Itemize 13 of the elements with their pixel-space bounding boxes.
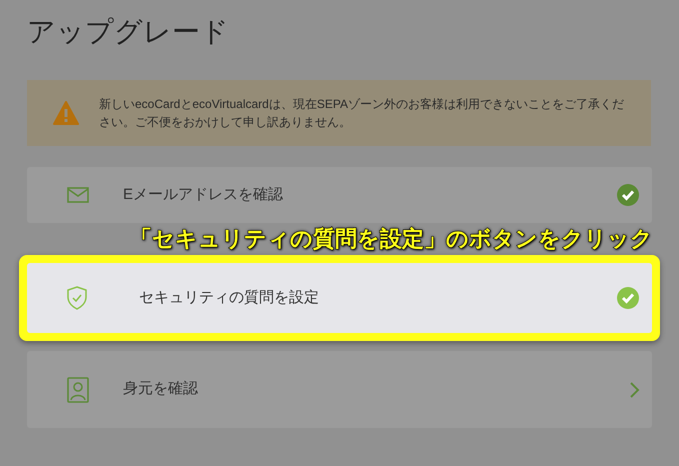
step-row[interactable]: 身元を確認 (27, 351, 652, 428)
page-title: アップグレード (27, 15, 230, 49)
annotation-text: 「セキュリティの質問を設定」のボタンをクリック (130, 225, 653, 253)
envelope-icon (67, 187, 89, 203)
person-icon (67, 376, 89, 402)
step-row[interactable]: Eメールアドレスを確認 (27, 167, 652, 223)
shield-check-icon (67, 286, 87, 310)
step-label: セキュリティの質問を設定 (138, 288, 320, 308)
step-label: 身元を確認 (123, 379, 199, 400)
warning-text: 新しいecoCardとecoVirtualcardは、現在SEPAゾーン外のお客様は利用できないことをご了承ください。ご不便をおかけして申し訳ありません。 (99, 96, 625, 131)
step-row[interactable]: セキュリティの質問を設定 (27, 263, 652, 333)
step-label: Eメールアドレスを確認 (123, 184, 284, 205)
warning-icon (53, 101, 79, 125)
